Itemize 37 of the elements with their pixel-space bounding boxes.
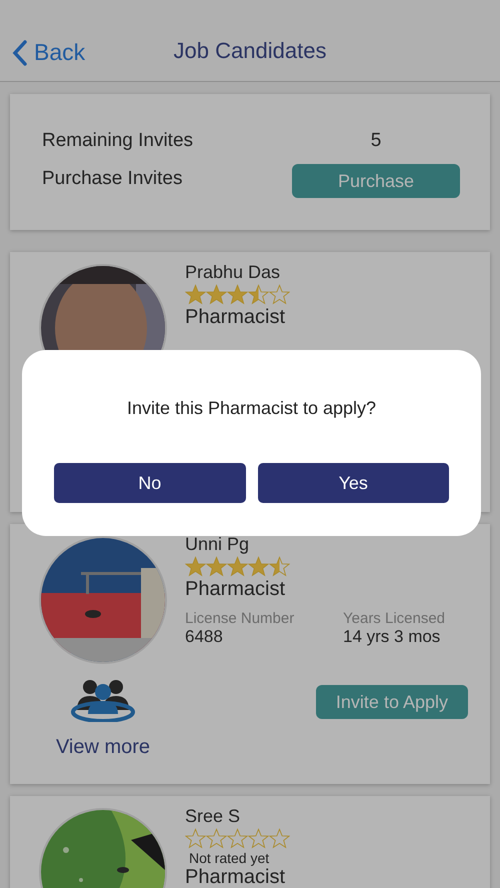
- candidate-role: Pharmacist: [185, 578, 286, 600]
- chevron-left-icon: [12, 40, 28, 66]
- candidate-name: Prabhu Das: [185, 262, 282, 283]
- candidate-role: Pharmacist: [185, 866, 286, 888]
- star-icon: [227, 828, 248, 849]
- license-number: 6488: [185, 627, 224, 647]
- star-icon: [248, 828, 269, 849]
- candidate-name: Sree S: [185, 806, 242, 827]
- candidate-role: Pharmacist: [185, 306, 286, 328]
- star-icon: [185, 556, 206, 577]
- star-icon: [185, 828, 206, 849]
- star-icon: [269, 556, 290, 577]
- star-icon: [269, 828, 290, 849]
- dialog-button[interactable]: No: [54, 463, 246, 503]
- remaining-invites-value: 5: [370, 130, 382, 152]
- dialog-button[interactable]: Yes: [258, 463, 449, 503]
- star-icon: [227, 284, 248, 305]
- view-more-link[interactable]: View more: [56, 736, 150, 759]
- years-licensed-label: Years Licensed: [343, 610, 446, 627]
- star-icon: [185, 284, 206, 305]
- candidate-name: Unni Pg: [185, 534, 250, 555]
- page-title: Job Candidates: [174, 38, 326, 64]
- dialog-message: Invite this Pharmacist to apply?: [126, 398, 376, 419]
- back-button[interactable]: Back: [12, 39, 86, 66]
- star-icon: [206, 828, 227, 849]
- purchase-invites-label: Purchase Invites: [42, 168, 184, 190]
- remaining-invites-label: Remaining Invites: [42, 130, 194, 152]
- star-icon: [269, 284, 290, 305]
- star-icon: [206, 284, 227, 305]
- star-icon: [248, 284, 269, 305]
- star-icon: [227, 556, 248, 577]
- rating-note: Not rated yet: [188, 850, 270, 866]
- license-label: License Number: [185, 610, 296, 627]
- group-icon: [71, 678, 135, 722]
- star-icon: [248, 556, 269, 577]
- years-licensed-value: 14 yrs 3 mos: [343, 627, 442, 647]
- star-icon: [206, 556, 227, 577]
